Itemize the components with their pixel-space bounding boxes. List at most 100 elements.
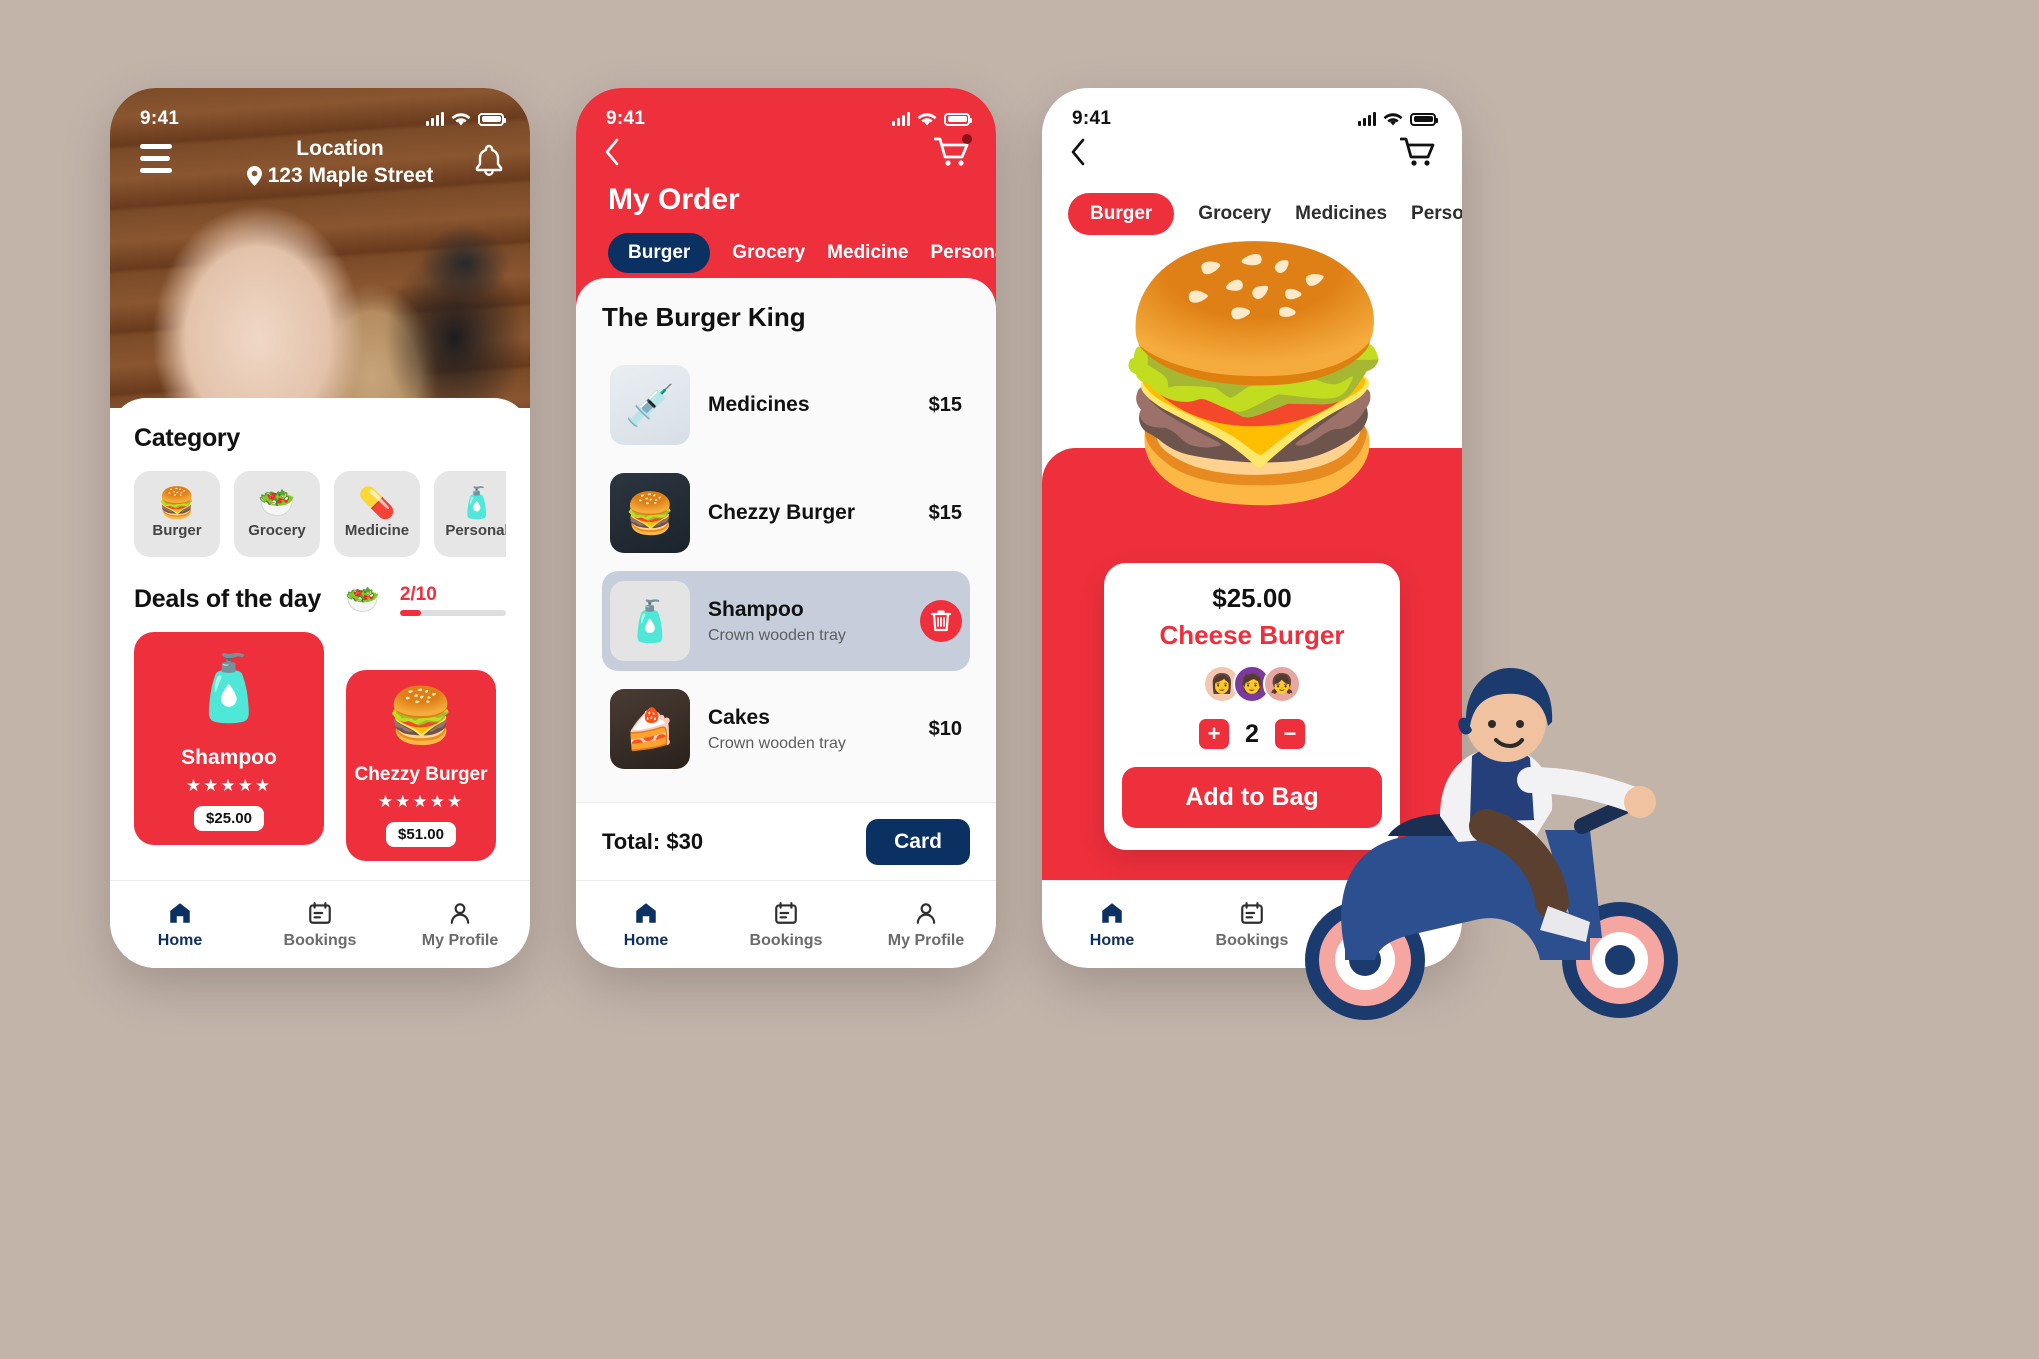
- order-item-name: Chezzy Burger: [708, 501, 856, 524]
- order-row-medicines[interactable]: 💉 Medicines $15: [602, 355, 970, 455]
- chip-grocery[interactable]: Grocery: [1198, 203, 1271, 225]
- location-address: 123 Maple Street: [267, 164, 434, 188]
- progress-bar: [399, 609, 506, 616]
- grocery-icon: 🥗: [258, 487, 296, 520]
- rating-stars: ★★★★★: [377, 792, 465, 811]
- tab-home[interactable]: Home: [110, 900, 250, 950]
- map-pin-icon: [246, 165, 262, 186]
- phone-home-screen: 9:41 Location 123 Maple Street Category: [110, 88, 530, 968]
- signal-icon: [1358, 112, 1376, 126]
- home-icon: [170, 902, 190, 923]
- home-icon: [1102, 902, 1122, 923]
- home-header: Location 123 Maple Street: [110, 136, 530, 190]
- tab-label: Home: [1089, 931, 1135, 949]
- tab-my-profile[interactable]: My Profile: [390, 900, 530, 950]
- product-price: $25.00: [1212, 583, 1292, 613]
- wifi-icon: [1383, 112, 1403, 125]
- burger-icon: 🍔: [158, 487, 196, 520]
- category-item-personal[interactable]: 🧴 Personal: [434, 471, 506, 557]
- page-title: My Order: [608, 183, 740, 216]
- chip-grocery[interactable]: Grocery: [732, 242, 805, 264]
- order-row-shampoo[interactable]: 🧴 Shampoo Crown wooden tray: [602, 571, 970, 671]
- salad-bowl-icon: 🥗: [344, 584, 380, 615]
- plus-icon[interactable]: +: [1199, 719, 1230, 749]
- phone-my-order-screen: 9:41 My Order Burger Grocery Medicine Pe…: [576, 88, 996, 968]
- category-item-medicine[interactable]: 💊 Medicine: [334, 471, 420, 557]
- detail-chip-row: Burger Grocery Medicines Personal: [1068, 193, 1462, 235]
- detail-nav: [1042, 136, 1462, 173]
- category-item-burger[interactable]: 🍔 Burger: [134, 471, 220, 557]
- category-title: Category: [134, 424, 240, 452]
- battery-icon: [478, 112, 506, 126]
- location-address-row: 123 Maple Street: [246, 162, 434, 189]
- order-item-list: 💉 Medicines $15 🍔 Chezzy Burger $15 🧴 Sh…: [602, 355, 970, 779]
- chip-personal-care[interactable]: Personal Care: [930, 242, 996, 264]
- chevron-left-icon[interactable]: [1070, 138, 1086, 172]
- order-row-cakes[interactable]: 🍰 Cakes Crown wooden tray $10: [602, 679, 970, 779]
- status-bar: 9:41: [576, 88, 996, 140]
- burger-thumbnail: 🍔: [610, 473, 690, 553]
- order-item-subtitle: Crown wooden tray: [708, 734, 846, 752]
- deal-card-chezzy-burger[interactable]: 🍔 Chezzy Burger ★★★★★ $51.00: [346, 670, 496, 861]
- signal-icon: [892, 112, 910, 126]
- bottom-tab-bar: Home Bookings My Profile: [110, 880, 530, 968]
- bottom-tab-bar: Home Bookings My Profile: [576, 880, 996, 968]
- status-bar: 9:41: [110, 88, 530, 140]
- status-indicators: [1358, 112, 1438, 127]
- deals-progress: 2/10: [399, 584, 506, 616]
- tab-bookings[interactable]: Bookings: [250, 900, 390, 950]
- tab-home[interactable]: Home: [576, 900, 716, 950]
- order-item-info: Cakes Crown wooden tray: [708, 706, 911, 753]
- tab-bookings[interactable]: Bookings: [716, 900, 856, 950]
- order-total-bar: Total: $30 Card: [576, 802, 996, 880]
- tab-home[interactable]: Home: [1042, 900, 1182, 950]
- medicine-thumbnail: 💉: [610, 365, 690, 445]
- tab-label: Home: [157, 931, 203, 949]
- battery-icon: [944, 112, 972, 126]
- chip-medicine[interactable]: Medicine: [827, 242, 908, 264]
- tab-label: Bookings: [749, 931, 823, 949]
- product-hero-image: 🍔: [1105, 239, 1405, 507]
- tab-label: Bookings: [283, 931, 357, 949]
- card-button[interactable]: Card: [866, 818, 970, 865]
- deal-card-shampoo[interactable]: 🧴 Shampoo ★★★★★ $25.00: [134, 632, 324, 845]
- bell-icon[interactable]: [474, 144, 504, 178]
- tab-label: Home: [623, 931, 669, 949]
- category-label: Grocery: [248, 522, 306, 539]
- order-row-chezzy-burger[interactable]: 🍔 Chezzy Burger $15: [602, 463, 970, 563]
- quantity-value: 2: [1245, 719, 1259, 748]
- order-item-price: $15: [928, 393, 962, 416]
- deals-counter: 2/10: [400, 584, 506, 606]
- chip-burger[interactable]: Burger: [608, 233, 711, 273]
- status-bar: 9:41: [1042, 88, 1462, 140]
- delivery-scooter-rider: [1305, 668, 1678, 1020]
- order-item-price: $15: [928, 501, 962, 524]
- chip-medicines[interactable]: Medicines: [1295, 203, 1387, 225]
- hamburger-icon[interactable]: [140, 136, 172, 180]
- order-item-name: Medicines: [708, 393, 810, 416]
- category-label: Burger: [152, 522, 202, 539]
- status-time: 9:41: [140, 108, 180, 129]
- tab-my-profile[interactable]: My Profile: [856, 900, 996, 950]
- deal-name: Shampoo: [181, 746, 277, 769]
- location-block[interactable]: Location 123 Maple Street: [246, 136, 434, 190]
- status-time: 9:41: [606, 108, 646, 129]
- category-item-grocery[interactable]: 🥗 Grocery: [234, 471, 320, 557]
- burger-icon: 🍔: [387, 685, 455, 746]
- chevron-left-icon[interactable]: [604, 138, 620, 172]
- signal-icon: [426, 112, 444, 126]
- wifi-icon: [917, 112, 937, 125]
- tab-label: My Profile: [887, 931, 965, 949]
- trash-icon[interactable]: [920, 600, 962, 642]
- order-item-name: Cakes: [708, 705, 770, 729]
- order-total-label: Total: $30: [602, 828, 704, 854]
- battery-icon: [1410, 112, 1438, 126]
- shampoo-bottle-icon: 🧴: [189, 651, 269, 724]
- calendar-icon: [309, 901, 331, 924]
- chip-personal[interactable]: Personal: [1411, 203, 1462, 225]
- wifi-icon: [451, 112, 471, 125]
- shopping-cart-icon[interactable]: [933, 134, 972, 173]
- category-label: Personal: [445, 522, 506, 539]
- shopping-cart-icon[interactable]: [1399, 136, 1436, 173]
- chip-burger[interactable]: Burger: [1068, 193, 1175, 235]
